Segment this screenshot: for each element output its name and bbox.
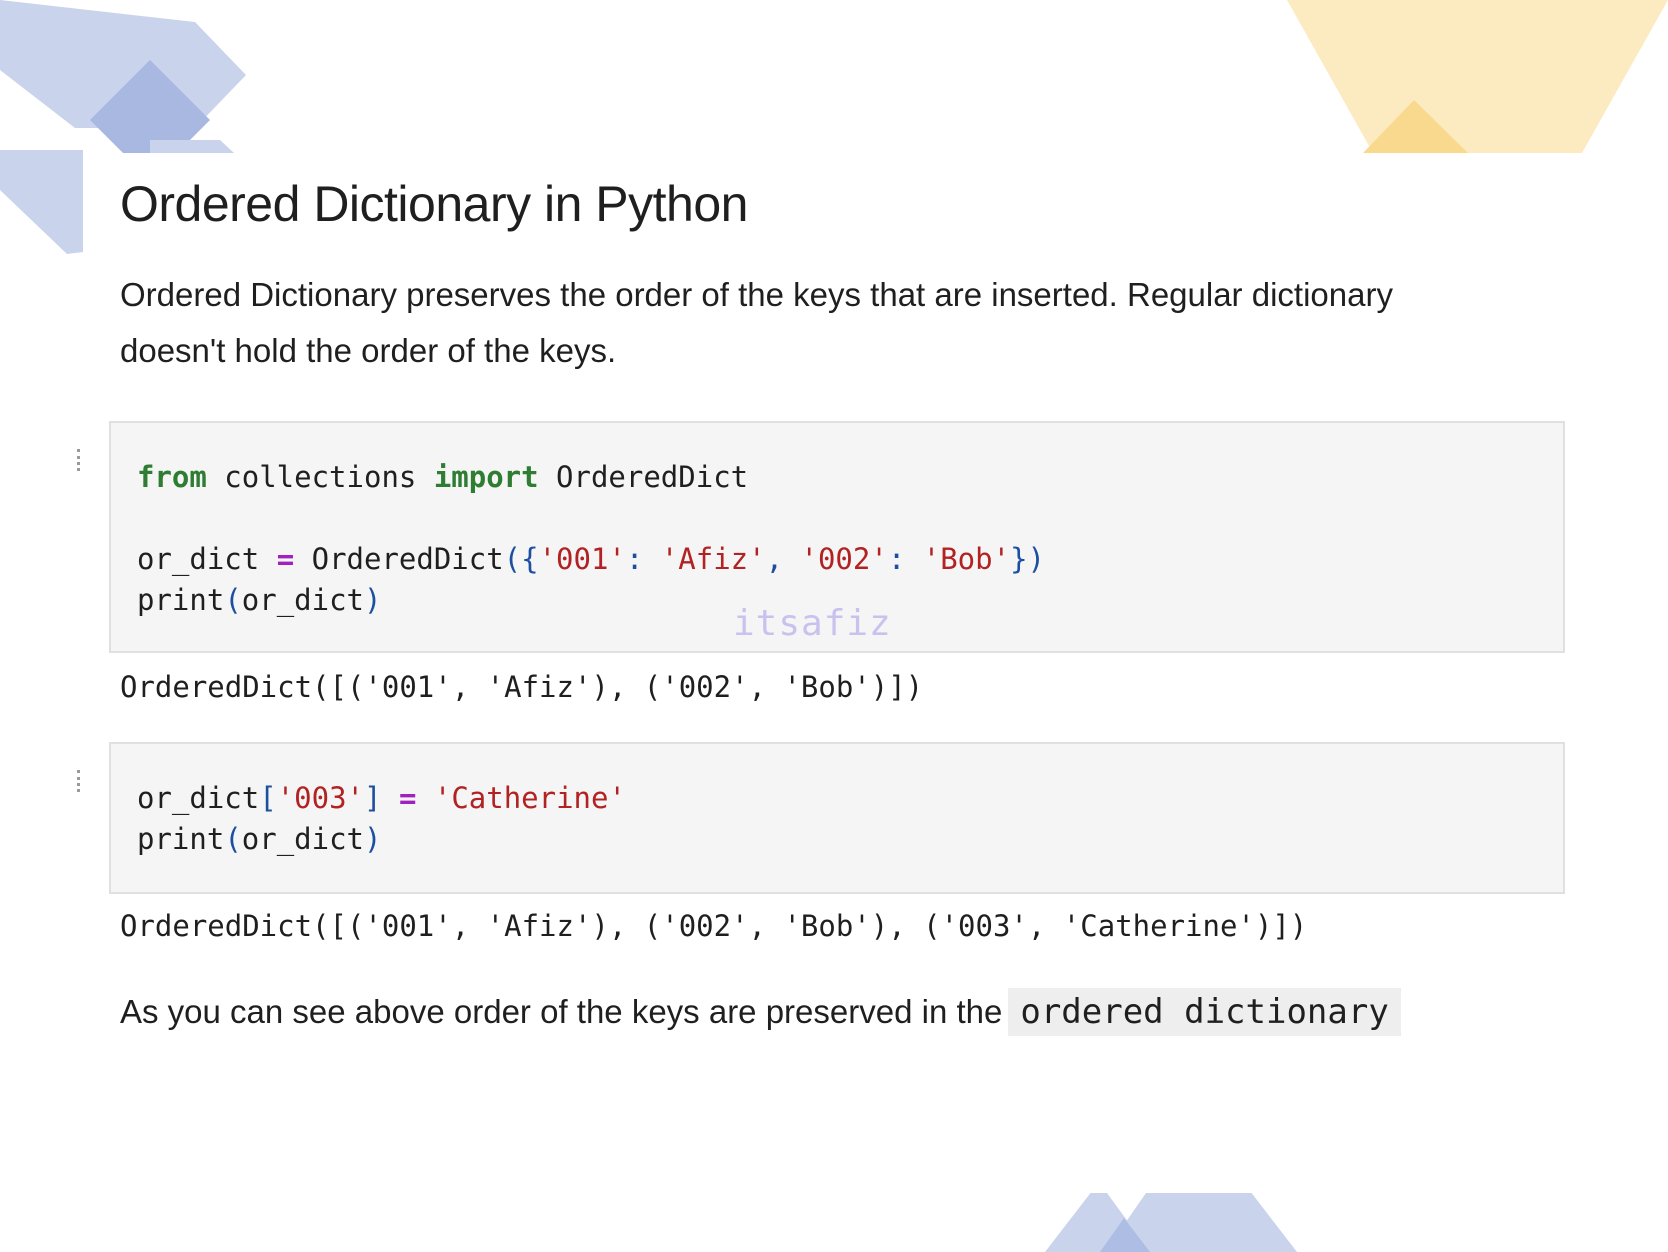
variable-token: or_dict [137,781,260,815]
bracket-token: }) [1010,542,1045,576]
function-token: OrderedDict [294,542,504,576]
intro-paragraph: Ordered Dictionary preserves the order o… [120,276,1393,369]
function-token: print [137,822,225,856]
class-token: OrderedDict [538,460,749,494]
notebook-content: Ordered Dictionary in Python Ordered Dic… [77,153,1583,1193]
string-token: 'Bob' [922,542,1011,576]
deco-shape-yellow [1287,0,1668,153]
punctuation-token: : [625,542,661,576]
deco-shape-blue-tab [150,140,234,153]
function-token: print [137,583,225,617]
operator-token: = [276,542,295,576]
conclusion-paragraph: As you can see above order of the keys a… [120,985,1401,1039]
bracket-token: ({ [503,542,539,576]
string-token: '003' [276,781,364,815]
bracket-token: ) [364,583,382,617]
cell-1-output: OrderedDict([('001', 'Afiz'), ('002', 'B… [120,670,924,704]
punctuation-token: : [887,542,923,576]
code-cell-1[interactable]: from collections import OrderedDict or_d… [109,421,1565,653]
punctuation-token: , [765,542,801,576]
variable-token: or_dict [137,542,277,576]
conclusion-text: As you can see above order of the keys a… [120,993,1003,1030]
cell-drag-handle[interactable] [77,770,84,792]
operator-token: = [398,781,417,815]
keyword-token: import [433,460,539,494]
page-title: Ordered Dictionary in Python [120,176,748,232]
string-token: 'Catherine' [433,781,626,815]
code-cell-2[interactable]: or_dict['003'] = 'Catherine' print(or_di… [109,742,1565,894]
watermark: itsafiz [733,603,892,644]
keyword-token: from [137,460,207,494]
bracket-token: ( [224,822,242,856]
bracket-token: ( [224,583,242,617]
deco-shape-blue-left [0,150,83,254]
variable-token: or_dict [241,822,364,856]
bracket-token: [ [259,781,277,815]
string-token: '002' [800,542,888,576]
code-cell-1-source: from collections import OrderedDict or_d… [137,457,1045,621]
code-cell-2-source: or_dict['003'] = 'Catherine' print(or_di… [137,778,626,860]
string-token: 'Afiz' [660,542,766,576]
bracket-token: ) [364,822,382,856]
module-token: collections [206,460,434,494]
cell-drag-handle[interactable] [77,449,84,471]
bracket-token: ] [364,781,382,815]
variable-token: or_dict [241,583,364,617]
inline-code: ordered dictionary [1008,988,1401,1036]
cell-2-output: OrderedDict([('001', 'Afiz'), ('002', 'B… [120,909,1308,943]
string-token: '001' [538,542,626,576]
